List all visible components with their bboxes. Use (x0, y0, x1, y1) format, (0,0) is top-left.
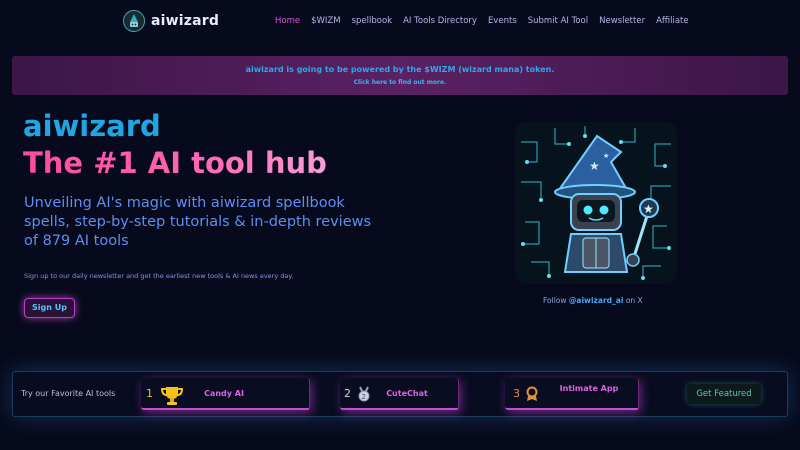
bronze-medal-icon (525, 386, 539, 406)
svg-text:★: ★ (589, 159, 600, 173)
token-announcement-banner[interactable]: aiwizard is going to be powered by the $… (12, 56, 788, 95)
wizard-robot-illustration: ★ ★ ★ (515, 122, 677, 284)
silver-medal-icon: 2 (356, 386, 372, 406)
get-featured-button[interactable]: Get Featured (687, 384, 761, 404)
svg-text:2: 2 (362, 393, 366, 401)
nav-link-spellbook[interactable]: spellbook (352, 16, 393, 26)
favorite-card-cutechat[interactable]: 2 2 CuteChat (340, 378, 459, 410)
follow-suffix: on X (623, 296, 643, 305)
nav-link-affiliate[interactable]: Affiliate (656, 16, 689, 26)
hero-title-brand: aiwizard (23, 109, 161, 143)
banner-message: aiwizard is going to be powered by the $… (245, 65, 555, 74)
sign-up-button[interactable]: Sign Up (24, 298, 75, 318)
favorite-rank: 1 (146, 387, 153, 400)
trophy-icon (159, 385, 185, 409)
banner-link[interactable]: Click here to find out more. (12, 79, 788, 86)
favorite-card-candy-ai[interactable]: 1 Candy AI (141, 378, 310, 410)
favorite-card-intimate-app[interactable]: 3 Intimate App (505, 378, 639, 410)
brand[interactable]: aiwizard (123, 10, 219, 32)
follow-on-x[interactable]: Follow @aiwizard_ai on X (543, 296, 643, 305)
favorite-rank: 2 (344, 387, 351, 400)
nav-link-home[interactable]: Home (275, 16, 300, 26)
favorite-name: Candy AI (204, 389, 244, 398)
nav-link-submit-ai-tool[interactable]: Submit AI Tool (528, 16, 588, 26)
nav-link-ai-tools-directory[interactable]: AI Tools Directory (403, 16, 477, 26)
nav-link-wizm[interactable]: $WIZM (311, 16, 340, 26)
follow-prefix: Follow (543, 296, 569, 305)
favorite-tools-label: Try our Favorite AI tools (21, 389, 116, 398)
favorite-name: CuteChat (386, 389, 428, 398)
x-handle-link[interactable]: @aiwizard_ai (569, 296, 624, 305)
top-nav: aiwizard Home $WIZM spellbook AI Tools D… (0, 0, 800, 44)
newsletter-blurb: Sign up to our daily newsletter and get … (24, 272, 294, 280)
hero-description: Unveiling AI's magic with aiwizard spell… (24, 195, 372, 249)
nav-links: Home $WIZM spellbook AI Tools Directory … (275, 16, 689, 26)
brand-name: aiwizard (151, 13, 220, 29)
hero-title-tagline: The #1 AI tool hub (23, 146, 327, 180)
svg-text:★: ★ (643, 202, 654, 216)
svg-text:★: ★ (603, 152, 609, 160)
nav-link-newsletter[interactable]: Newsletter (599, 16, 645, 26)
favorite-name: Intimate App (559, 384, 619, 393)
favorite-rank: 3 (513, 387, 520, 400)
nav-link-events[interactable]: Events (488, 16, 517, 26)
wizard-logo-icon (123, 10, 145, 32)
